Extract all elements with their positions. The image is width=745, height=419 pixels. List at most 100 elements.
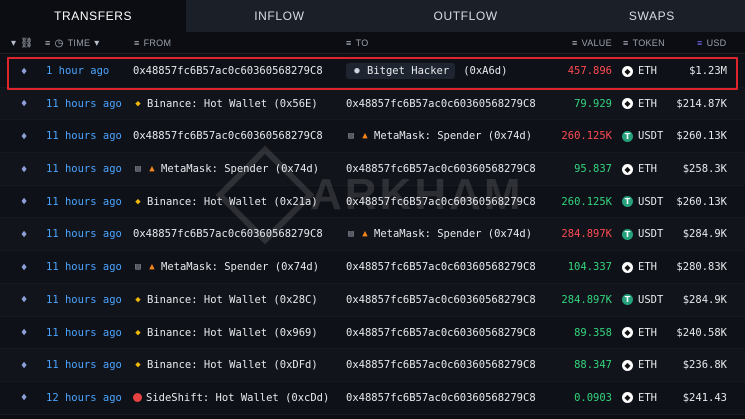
to-cell: ▤ ▲ MetaMask: Spender (0x74d) <box>346 218 551 250</box>
usd-cell: $260.13K <box>676 195 727 208</box>
token-column-header[interactable]: ≡ TOKEN <box>623 32 665 54</box>
to-entity-label[interactable]: 0x48857fc6B57ac0c60360568279C8 <box>346 327 536 339</box>
token-symbol: ETH <box>638 359 657 372</box>
token-header-label: TOKEN <box>632 38 665 48</box>
time-link[interactable]: 11 hours ago <box>46 153 132 185</box>
from-entity-label[interactable]: SideShift: Hot Wallet (0xcDd) <box>146 392 329 404</box>
from-cell: 0x48857fc6B57ac0c60360568279C8 <box>133 120 338 152</box>
table-row[interactable]: ♦ 11 hours ago ◆ Binance: Hot Wallet (0xD… <box>0 349 745 382</box>
to-entity-label[interactable]: 0x48857fc6B57ac0c60360568279C8 <box>346 163 536 175</box>
from-cell: ◆ Binance: Hot Wallet (0xDFd) <box>133 349 338 381</box>
from-entity-label[interactable]: Binance: Hot Wallet (0x28C) <box>147 294 318 306</box>
tab-bar: TRANSFERS INFLOW OUTFLOW SWAPS <box>0 0 745 32</box>
token-symbol: ETH <box>638 326 657 339</box>
value-column-header[interactable]: ≡ VALUE <box>572 32 612 54</box>
document-icon: ▤ <box>348 229 354 240</box>
table-row[interactable]: ♦ 11 hours ago ◆ Binance: Hot Wallet (0x9… <box>0 316 745 350</box>
to-cell: ▤ ▲ MetaMask: Spender (0x74d) <box>346 120 551 152</box>
table-row[interactable]: ♦ 11 hours ago ◆ Binance: Hot Wallet (0x2… <box>0 283 745 317</box>
eth-token-icon: ◆ <box>622 261 633 273</box>
ethereum-chain-icon: ♦ <box>20 326 28 339</box>
eth-token-icon: ◆ <box>622 392 633 404</box>
from-entity-label[interactable]: Binance: Hot Wallet (0xDFd) <box>147 359 318 371</box>
to-entity-label[interactable]: 0x48857fc6B57ac0c60360568279C8 <box>346 359 536 371</box>
from-column-header[interactable]: ≡ FROM <box>134 32 171 54</box>
from-entity-label[interactable]: Binance: Hot Wallet (0x21a) <box>147 196 318 208</box>
binance-icon: ◆ <box>135 98 141 109</box>
filter-icon: ≡ <box>697 38 703 48</box>
time-link[interactable]: 11 hours ago <box>46 284 132 316</box>
to-entity-pill[interactable]: ● Bitget Hacker <box>346 63 456 79</box>
eth-token-icon: ◆ <box>622 65 633 77</box>
to-entity-label[interactable]: 0x48857fc6B57ac0c60360568279C8 <box>346 196 536 208</box>
usd-cell: $236.8K <box>682 359 727 372</box>
table-header: ▾ ⛓ ≡ ◷ TIME ▾ ≡ FROM ≡ TO ≡ VALUE ≡ TOK… <box>0 32 745 54</box>
binance-icon: ◆ <box>135 327 141 338</box>
from-cell: ◆ Binance: Hot Wallet (0x28C) <box>133 284 338 316</box>
eth-token-icon: ◆ <box>622 359 633 371</box>
sideshift-icon <box>133 393 142 403</box>
time-link[interactable]: 11 hours ago <box>46 317 132 349</box>
table-row[interactable]: ♦ 11 hours ago 0x48857fc6B57ac0c60360568… <box>0 120 745 154</box>
tab-transfers[interactable]: TRANSFERS <box>0 0 187 32</box>
value-cell: 260.125K <box>561 130 612 143</box>
clock-icon: ◷ <box>54 37 64 49</box>
value-cell: 457.896 <box>567 65 612 77</box>
tab-swaps[interactable]: SWAPS <box>558 0 745 32</box>
ethereum-chain-icon: ♦ <box>20 358 28 372</box>
time-link[interactable]: 11 hours ago <box>46 251 132 283</box>
to-cell: ● Bitget Hacker (0xA6d) <box>346 55 551 87</box>
table-row[interactable]: ♦ 11 hours ago ◆ Binance: Hot Wallet (0x5… <box>0 87 745 121</box>
filter-icon: ≡ <box>572 38 578 48</box>
ethereum-chain-icon: ♦ <box>20 162 28 176</box>
table-row[interactable]: ♦ 11 hours ago ◆ Binance: Hot Wallet (0x2… <box>0 185 745 219</box>
value-cell: 89.358 <box>574 326 612 339</box>
to-entity-label[interactable]: 0x48857fc6B57ac0c60360568279C8 <box>346 261 536 273</box>
time-link[interactable]: 12 hours ago <box>46 382 132 414</box>
time-column-header[interactable]: ≡ ◷ TIME ▾ <box>45 32 100 54</box>
from-entity-label[interactable]: MetaMask: Spender (0x74d) <box>161 261 319 273</box>
to-entity-label[interactable]: 0x48857fc6B57ac0c60360568279C8 <box>346 294 536 306</box>
token-symbol: ETH <box>638 163 657 176</box>
value-cell: 0.0903 <box>574 391 612 404</box>
ethereum-chain-icon: ♦ <box>20 227 28 241</box>
time-link[interactable]: 11 hours ago <box>46 88 132 120</box>
filter-icon: ▾ <box>11 37 17 49</box>
time-link[interactable]: 11 hours ago <box>46 218 132 250</box>
sort-desc-icon: ▾ <box>94 37 100 49</box>
table-row[interactable]: ♦ 11 hours ago 0x48857fc6B57ac0c60360568… <box>0 218 745 252</box>
time-link[interactable]: 11 hours ago <box>46 186 132 218</box>
tab-inflow[interactable]: INFLOW <box>186 0 373 32</box>
value-cell: 95.837 <box>574 163 612 176</box>
to-entity-label[interactable]: 0x48857fc6B57ac0c60360568279C8 <box>346 392 536 404</box>
from-cell: ◆ Binance: Hot Wallet (0x56E) <box>133 88 338 120</box>
chain-filter[interactable]: ▾ ⛓ <box>11 32 33 54</box>
time-link[interactable]: 11 hours ago <box>46 349 132 381</box>
table-row[interactable]: ♦ 11 hours ago ▤ ▲ MetaMask: Spender (0x74… <box>0 153 745 186</box>
filter-icon: ≡ <box>134 38 140 48</box>
value-cell: 284.897K <box>561 293 612 306</box>
to-column-header[interactable]: ≡ TO <box>346 32 369 54</box>
from-entity-label[interactable]: 0x48857fc6B57ac0c60360568279C8 <box>133 65 323 77</box>
from-entity-label[interactable]: Binance: Hot Wallet (0x969) <box>147 327 318 339</box>
to-entity-label[interactable]: MetaMask: Spender (0x74d) <box>374 130 532 142</box>
from-entity-label[interactable]: MetaMask: Spender (0x74d) <box>161 163 319 175</box>
binance-icon: ◆ <box>135 196 141 207</box>
table-row[interactable]: ♦ 1 hour ago 0x48857fc6B57ac0c6036056827… <box>0 55 745 88</box>
usd-cell: $1.23M <box>689 65 727 77</box>
table-row[interactable]: ♦ 11 hours ago ▤ ▲ MetaMask: Spender (0x74… <box>0 251 745 284</box>
from-entity-label[interactable]: 0x48857fc6B57ac0c60360568279C8 <box>133 130 323 142</box>
ethereum-chain-icon: ♦ <box>20 64 28 78</box>
usd-column-header[interactable]: ≡ USD <box>697 32 726 54</box>
tab-outflow[interactable]: OUTFLOW <box>372 0 559 32</box>
to-entity-label[interactable]: MetaMask: Spender (0x74d) <box>374 228 532 240</box>
from-entity-label[interactable]: 0x48857fc6B57ac0c60360568279C8 <box>133 228 323 240</box>
to-entity-label[interactable]: 0x48857fc6B57ac0c60360568279C8 <box>346 98 536 110</box>
time-link[interactable]: 11 hours ago <box>46 120 132 152</box>
value-cell: 104.337 <box>567 261 612 274</box>
table-row[interactable]: ♦ 12 hours ago SideShift: Hot Wallet (0x… <box>0 381 745 415</box>
time-link[interactable]: 1 hour ago <box>46 55 132 87</box>
usdt-token-icon: T <box>622 130 633 142</box>
from-entity-label[interactable]: Binance: Hot Wallet (0x56E) <box>147 98 318 110</box>
eth-token-icon: ◆ <box>622 163 633 175</box>
